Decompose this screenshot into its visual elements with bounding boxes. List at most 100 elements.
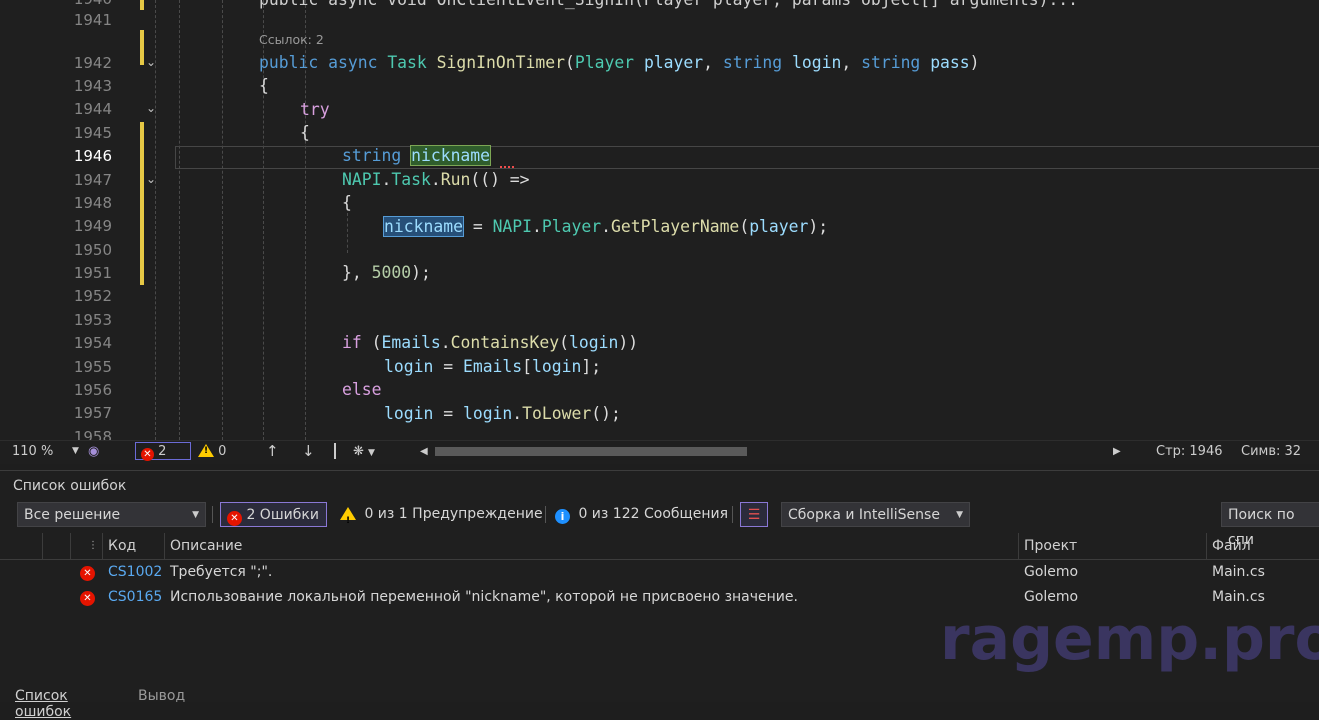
- zoom-dropdown[interactable]: 110 % ▼: [12, 444, 82, 459]
- fold-chevron-icon[interactable]: ⌄: [146, 101, 162, 117]
- change-indicator: [140, 30, 144, 65]
- error-file: Main.cs: [1212, 564, 1265, 580]
- code-line[interactable]: if (Emails.ContainsKey(login)): [342, 331, 638, 354]
- sort-grip-icon[interactable]: ⋮: [88, 533, 98, 559]
- token: Emails: [381, 333, 441, 352]
- code-line[interactable]: NAPI.Task.Run(() =>: [342, 168, 530, 191]
- errors-filter-button[interactable]: ✕ 2 Ошибки: [220, 502, 327, 527]
- search-input[interactable]: Поиск по спи: [1221, 502, 1319, 548]
- code-line[interactable]: {: [342, 191, 352, 214]
- watermark: ragemp.pro: [940, 604, 1319, 674]
- arrow-down-icon[interactable]: ↓: [302, 442, 315, 460]
- column-header-description[interactable]: Описание: [170, 533, 242, 559]
- filter-by-document-button[interactable]: ☰: [740, 502, 768, 527]
- line-number: 1944: [73, 100, 112, 118]
- token: login: [792, 53, 842, 72]
- code-line[interactable]: public async Task SignInOnTimer(Player p…: [259, 51, 980, 74]
- code-line[interactable]: string nickname: [342, 144, 492, 167]
- token: },: [342, 263, 372, 282]
- line-number: 1949: [73, 217, 112, 235]
- warnings-filter-label: 0 из 1 Предупреждение: [364, 506, 543, 522]
- error-code-link[interactable]: CS1002: [108, 560, 162, 585]
- code-line-collapsed[interactable]: public async void OnClientEvent_SignIn(P…: [259, 0, 1078, 11]
- error-icon: ✕: [141, 448, 154, 461]
- error-count-button[interactable]: ✕ 2: [135, 442, 191, 461]
- messages-filter-button[interactable]: i 0 из 122 Сообщения: [555, 502, 728, 527]
- divider: [212, 506, 213, 523]
- line-number: 1943: [73, 77, 112, 95]
- scroll-left-icon[interactable]: ◀: [420, 446, 428, 457]
- divider: [732, 506, 733, 523]
- copilot-icon[interactable]: ◉: [88, 444, 99, 459]
- fold-chevron-icon[interactable]: ⌄: [146, 172, 162, 188]
- token: login: [384, 357, 434, 376]
- warning-count-button[interactable]: ! 0: [198, 444, 226, 459]
- token: Emails: [462, 357, 523, 376]
- token: 5000: [371, 263, 412, 282]
- column-header-file[interactable]: Файл: [1212, 533, 1251, 559]
- warning-icon: !: [198, 444, 214, 457]
- scope-dropdown[interactable]: Все решение ▼: [17, 502, 206, 527]
- chevron-down-icon: ▼: [956, 510, 963, 520]
- code-line[interactable]: nickname = NAPI.Player.GetPlayerName(pla…: [383, 215, 828, 238]
- error-code-link[interactable]: CS0165: [108, 585, 162, 610]
- horizontal-scrollbar[interactable]: [435, 447, 747, 456]
- column-indicator[interactable]: Симв: 32: [1241, 444, 1301, 459]
- column-header-project[interactable]: Проект: [1024, 533, 1077, 559]
- column-separator: [1206, 533, 1207, 559]
- scroll-right-icon[interactable]: ▶: [1113, 446, 1121, 457]
- warning-count: 0: [218, 444, 227, 459]
- token: Player: [541, 217, 602, 236]
- column-separator: [164, 533, 165, 559]
- line-number: 1956: [73, 381, 112, 399]
- tab-output[interactable]: Вывод: [138, 688, 185, 704]
- column-header-code[interactable]: Код: [108, 533, 136, 559]
- code-line[interactable]: {: [300, 121, 310, 144]
- warnings-filter-button[interactable]: ! 0 из 1 Предупреждение: [340, 502, 543, 527]
- line-number-current: 1946: [73, 147, 112, 165]
- token: login: [384, 404, 434, 423]
- divider: [545, 506, 546, 523]
- token: public: [259, 53, 319, 72]
- build-filter-value: Сборка и IntelliSense: [788, 507, 940, 523]
- table-row[interactable]: ✕ CS1002 Требуется ";". Golemo Main.cs: [0, 560, 1319, 585]
- token: ToLower: [522, 404, 592, 423]
- line-number: 1950: [73, 241, 112, 259]
- scope-value: Все решение: [24, 507, 121, 523]
- tab-error-list[interactable]: Список ошибок: [15, 688, 71, 720]
- column-separator: [42, 533, 43, 559]
- code-line[interactable]: try: [300, 98, 330, 121]
- line-number: 1951: [73, 264, 112, 282]
- code-line[interactable]: login = login.ToLower();: [384, 402, 621, 425]
- arrow-up-icon[interactable]: ↑: [266, 442, 279, 460]
- fold-chevron-icon[interactable]: ⌄: [146, 55, 162, 71]
- editor-status-bar: 110 % ▼ ◉ ✕ 2 ! 0 ↑ ↓ ❋ ▼ ◀ ▶ Стр: 1946 С…: [0, 440, 1319, 464]
- code-cleanup-icon[interactable]: ❋ ▼: [353, 444, 375, 459]
- token: Run: [440, 170, 471, 189]
- token: login: [569, 333, 619, 352]
- build-filter-dropdown[interactable]: Сборка и IntelliSense ▼: [781, 502, 970, 527]
- token: ContainsKey: [450, 333, 560, 352]
- codelens-references[interactable]: Ссылок: 2: [259, 32, 324, 47]
- code-editor[interactable]: 1940 1941 1942 1943 1944 1945 1946 1947 …: [0, 0, 1319, 440]
- indent-guide: [347, 213, 348, 253]
- column-separator: [1018, 533, 1019, 559]
- code-line[interactable]: }, 5000);: [342, 261, 431, 284]
- token: login: [532, 357, 582, 376]
- token: player: [749, 217, 809, 236]
- code-line[interactable]: login = Emails[login];: [384, 355, 601, 378]
- line-number: 1948: [73, 194, 112, 212]
- token: player: [643, 53, 704, 72]
- code-line[interactable]: else: [342, 378, 381, 401]
- code-line[interactable]: {: [259, 74, 269, 97]
- line-number: 1945: [73, 124, 112, 142]
- token: NAPI: [342, 170, 382, 189]
- line-number: 1942: [73, 54, 112, 72]
- indent-guide: [179, 0, 180, 440]
- line-number: 1955: [73, 358, 112, 376]
- column-separator: [102, 533, 103, 559]
- line-indicator[interactable]: Стр: 1946: [1156, 444, 1223, 459]
- line-number: 1957: [73, 404, 112, 422]
- token: );: [411, 263, 431, 282]
- token: Player: [574, 53, 635, 72]
